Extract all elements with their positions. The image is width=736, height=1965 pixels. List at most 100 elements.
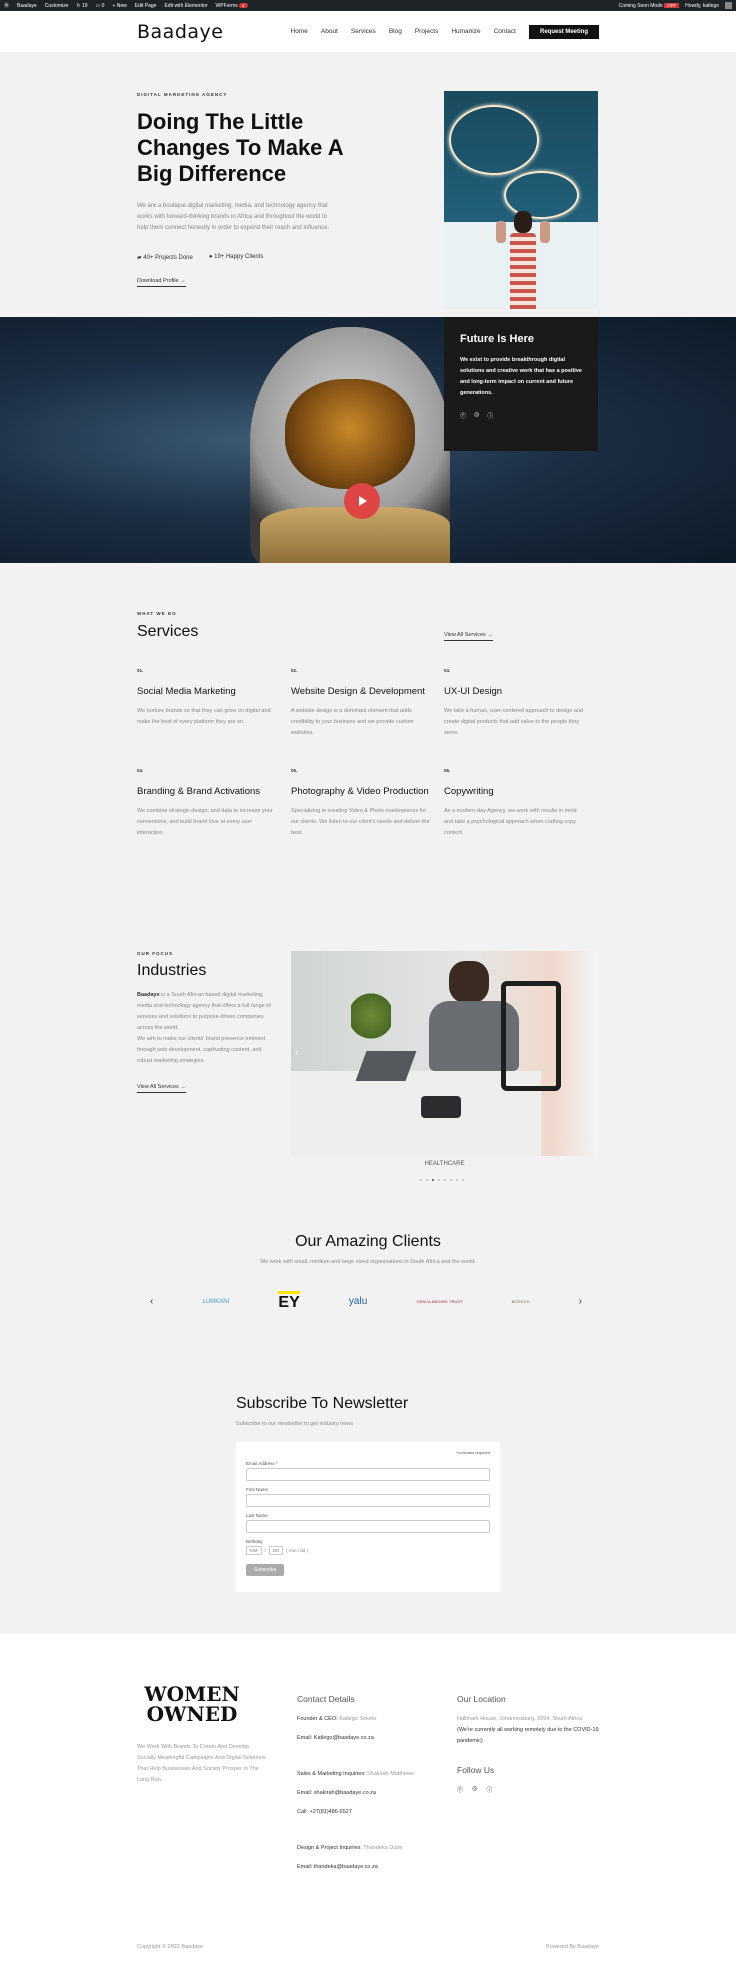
- site-header: Baadaye Home About Services Blog Project…: [0, 11, 736, 52]
- slider-dot[interactable]: [426, 1179, 428, 1181]
- slider-dot[interactable]: [462, 1179, 464, 1181]
- founder-label: Founder & CEO:: [297, 1716, 338, 1722]
- design-line: Design & Project Inquiries: Thandeka Dub…: [297, 1843, 437, 1854]
- view-all-services-link[interactable]: View All Services →: [444, 632, 493, 641]
- future-text: We exist to provide breakthrough digital…: [460, 357, 582, 396]
- industries-view-all-link[interactable]: View All Services →: [137, 1084, 186, 1093]
- wpforms-label: WPForms: [215, 2, 238, 9]
- slider-dot[interactable]: [438, 1179, 440, 1181]
- newsletter-title: Subscribe To Newsletter: [236, 1395, 409, 1412]
- carousel-prev-arrow[interactable]: ‹: [150, 1296, 153, 1307]
- service-text: Specializing in creating Video & Photo m…: [291, 808, 430, 836]
- carousel-next-arrow[interactable]: ›: [579, 1296, 582, 1307]
- admin-updates-link[interactable]: ↻ 19: [76, 3, 87, 9]
- admin-new-link[interactable]: + New: [112, 3, 126, 9]
- linkedin-icon[interactable]: ⓘ: [486, 1785, 492, 1794]
- slider-dot[interactable]: [420, 1179, 422, 1181]
- nav-blog[interactable]: Blog: [389, 28, 402, 35]
- design-email-link[interactable]: thandeka@baadaye.co.za: [312, 1864, 378, 1870]
- person-head: [449, 961, 489, 1003]
- coming-soon-label: Coming Soon Mode: [618, 2, 663, 9]
- site-logo[interactable]: Baadaye: [137, 21, 223, 43]
- nav-contact[interactable]: Contact: [494, 28, 516, 35]
- call-line: Call: +27(81)486-6527: [297, 1807, 437, 1818]
- service-item: 03. UX-UI Design We take a human, user-c…: [444, 668, 584, 739]
- admin-edit-page-link[interactable]: Edit Page: [135, 3, 157, 9]
- service-text: As a modern-day Agency, we work with res…: [444, 808, 577, 836]
- sales-email-line: Email: shakirah@baadaye.co.za: [297, 1788, 437, 1799]
- client-logo-carousel: ‹ LUMKANI EY yalu GRACA MACHEL TRUST BIO…: [150, 1291, 582, 1312]
- nav-services[interactable]: Services: [351, 28, 376, 35]
- slider-dots: [420, 1179, 464, 1181]
- service-title[interactable]: Photography & Video Production: [291, 785, 431, 798]
- required-note: * indicates required: [455, 1450, 490, 1455]
- facebook-icon[interactable]: ⓕ: [457, 1785, 463, 1794]
- hero-text: We are a boutique digital marketing, med…: [137, 203, 330, 231]
- hero-section: DIGITAL MARKETING AGENCY Doing The Littl…: [0, 52, 736, 317]
- email-label: Email Address *: [246, 1461, 278, 1466]
- last-name-field[interactable]: [246, 1520, 490, 1533]
- chair: [501, 981, 561, 1091]
- coming-soon-state: OFF: [664, 2, 680, 8]
- nav-home[interactable]: Home: [291, 28, 308, 35]
- facebook-icon[interactable]: ⓕ: [460, 411, 466, 420]
- service-text: We take a human, user-centered approach …: [444, 708, 584, 736]
- copyright: Copyright © 2022 Baadaye: [137, 1944, 204, 1950]
- instagram-icon[interactable]: ◎: [472, 1785, 477, 1794]
- admin-customize-link[interactable]: Customize: [45, 3, 69, 9]
- phone-link[interactable]: +27(81)486-6527: [308, 1809, 352, 1815]
- service-number: 03.: [444, 668, 451, 673]
- clients-stat-label: 19+ Happy Clients: [214, 254, 264, 260]
- service-title[interactable]: Website Design & Development: [291, 685, 431, 698]
- subscribe-button[interactable]: Subscribe: [246, 1564, 285, 1576]
- email-field[interactable]: [246, 1468, 490, 1481]
- nav-about[interactable]: About: [321, 28, 338, 35]
- founder-email-link[interactable]: Katlego@baadaye.co.za: [312, 1735, 374, 1741]
- service-title[interactable]: Social Media Marketing: [137, 685, 277, 698]
- avatar[interactable]: [725, 2, 732, 9]
- birthday-month-field[interactable]: MM: [246, 1546, 262, 1555]
- download-profile-link[interactable]: Download Profile →: [137, 278, 186, 287]
- client-logo-ey: EY: [278, 1291, 300, 1312]
- birthday-day-field[interactable]: DD: [268, 1546, 284, 1555]
- clients-title: Our Amazing Clients: [295, 1233, 441, 1250]
- first-name-field[interactable]: [246, 1494, 490, 1507]
- sales-email-link[interactable]: shakirah@baadaye.co.za: [312, 1790, 376, 1796]
- request-meeting-button[interactable]: Request Meeting: [528, 24, 599, 39]
- service-title[interactable]: UX-UI Design: [444, 685, 584, 698]
- sales-label: Sales & Marketing Inquiries:: [297, 1771, 366, 1777]
- play-video-button[interactable]: [344, 483, 380, 519]
- nav-projects[interactable]: Projects: [415, 28, 438, 35]
- nav-humanize[interactable]: Humanize: [451, 28, 480, 35]
- admin-site-link[interactable]: Baadaye: [17, 3, 37, 9]
- instagram-icon[interactable]: ◎: [474, 411, 479, 420]
- wpforms-count: 1: [239, 2, 248, 8]
- service-title[interactable]: Copywriting: [444, 785, 584, 798]
- admin-elementor-link[interactable]: Edit with Elementor: [164, 3, 207, 9]
- client-logo-biotech: BIOTECH: [511, 1299, 530, 1304]
- clients-subtitle: We work with small, medium and large siz…: [260, 1259, 476, 1265]
- hero-eyebrow: DIGITAL MARKETING AGENCY: [137, 92, 228, 97]
- service-text: A website design is a dominant element t…: [291, 708, 414, 736]
- admin-wpforms-link[interactable]: WPForms 1: [215, 2, 248, 9]
- footer-tagline: We Work With Brands To Create And Develo…: [137, 1744, 266, 1783]
- service-number: 05.: [291, 768, 298, 773]
- slider-dot[interactable]: [450, 1179, 452, 1181]
- slider-dot[interactable]: [444, 1179, 446, 1181]
- user-icon: ●: [208, 254, 213, 260]
- slider-dot[interactable]: [456, 1179, 458, 1181]
- slider-prev-arrow[interactable]: ‹: [295, 1047, 298, 1057]
- powered-by: Powered By Baadaye: [546, 1944, 599, 1950]
- linkedin-icon[interactable]: ⓘ: [487, 411, 493, 420]
- slider-dot-active[interactable]: [432, 1179, 434, 1181]
- newsletter-subtitle: Subscribe to our newsletter to get indus…: [236, 1421, 354, 1427]
- admin-bar: Ⓦ Baadaye Customize ↻ 19 ▭ 0 + New Edit …: [0, 0, 736, 11]
- hero-vr-image: [444, 91, 598, 309]
- admin-comments-link[interactable]: ▭ 0: [96, 3, 105, 9]
- bp-cuff: [421, 1096, 461, 1118]
- service-title[interactable]: Branding & Brand Activations: [137, 785, 277, 798]
- coming-soon-link[interactable]: Coming Soon Mode OFF: [618, 2, 680, 9]
- founder-email-label: Email:: [297, 1735, 313, 1741]
- admin-howdy-link[interactable]: Howdy, katlego: [685, 3, 719, 9]
- wordpress-icon[interactable]: Ⓦ: [4, 2, 9, 9]
